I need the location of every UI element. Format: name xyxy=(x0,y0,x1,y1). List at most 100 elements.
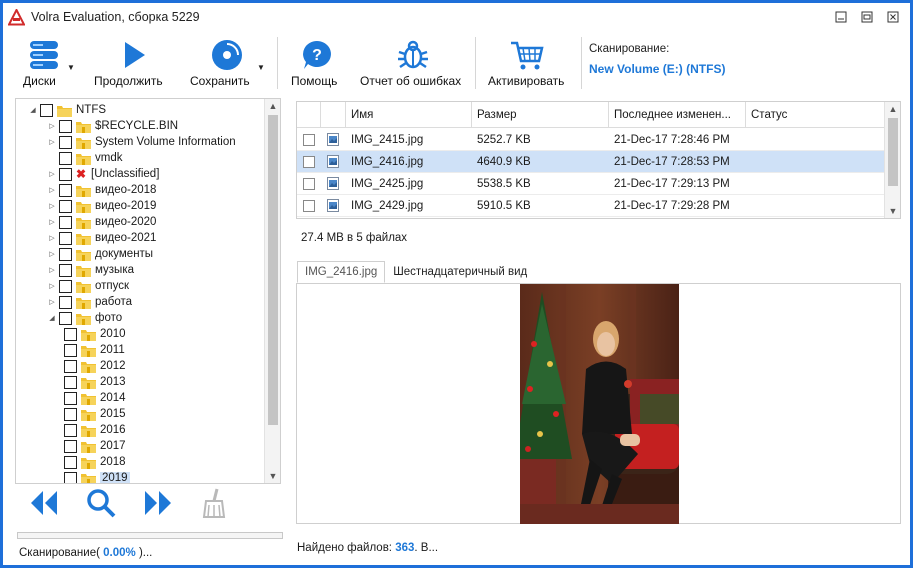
tab-hex-view[interactable]: Шестнадцатеричный вид xyxy=(385,261,535,283)
tree-item[interactable]: ▷ видео-2020 xyxy=(45,214,156,230)
expand-arrow-icon[interactable]: ▷ xyxy=(45,234,59,242)
tree-item[interactable]: 2014 xyxy=(64,390,126,406)
tab-image-preview[interactable]: IMG_2416.jpg xyxy=(297,261,386,283)
tree-item[interactable]: ◢ фото xyxy=(45,310,122,326)
row-checkbox[interactable] xyxy=(303,134,315,146)
table-row[interactable]: IMG_2416.jpg 4640.9 KB 21-Dec-17 7:28:53 P… xyxy=(297,151,885,173)
disks-button[interactable]: Диски ▼ xyxy=(15,35,75,91)
row-checkbox[interactable] xyxy=(303,200,315,212)
tree-scrollbar[interactable]: ▲ ▼ xyxy=(264,99,280,483)
broom-icon[interactable] xyxy=(197,487,229,519)
tree-item[interactable]: 2011 xyxy=(64,342,125,358)
save-button[interactable]: Сохранить ▼ xyxy=(187,35,267,91)
column-header-icon[interactable] xyxy=(321,102,346,128)
tree-item[interactable]: 2016 xyxy=(64,422,126,438)
expand-arrow-icon[interactable]: ▷ xyxy=(45,266,59,274)
scroll-down-arrow[interactable]: ▼ xyxy=(265,469,280,483)
tree-item[interactable]: 2018 xyxy=(64,454,126,470)
previous-icon[interactable] xyxy=(29,487,61,519)
expand-arrow-icon[interactable]: ▷ xyxy=(45,186,59,194)
expand-arrow-icon[interactable]: ▷ xyxy=(45,250,59,258)
tree-item-checkbox[interactable] xyxy=(59,135,72,149)
tree-item-checkbox[interactable] xyxy=(59,263,72,277)
tree-item[interactable]: ▷ работа xyxy=(45,294,132,310)
row-checkbox[interactable] xyxy=(303,178,315,190)
tree-item-checkbox[interactable] xyxy=(59,151,72,165)
tree-item[interactable]: 2010 xyxy=(64,326,126,342)
collapse-arrow-icon[interactable]: ◢ xyxy=(45,314,59,322)
scroll-up-arrow[interactable]: ▲ xyxy=(265,99,280,113)
table-row[interactable]: IMG_2425.jpg 5538.5 KB 21-Dec-17 7:29:13 P… xyxy=(297,173,885,195)
tree-item-checkbox[interactable] xyxy=(59,279,72,293)
column-header-check[interactable] xyxy=(297,102,321,128)
scroll-thumb[interactable] xyxy=(268,115,278,425)
column-header-status[interactable]: Статус xyxy=(746,102,885,128)
scroll-thumb[interactable] xyxy=(888,118,898,186)
tree-item-checkbox[interactable] xyxy=(64,391,77,405)
tree-item-checkbox[interactable] xyxy=(59,295,72,309)
file-table[interactable]: Имя Размер Последнее изменен... Статус I… xyxy=(296,101,901,219)
close-button[interactable] xyxy=(884,9,902,25)
tree-item[interactable]: ▷ ✖ [Unclassified] xyxy=(45,166,159,182)
tree-item[interactable]: ▷ видео-2021 xyxy=(45,230,156,246)
tree-item-checkbox[interactable] xyxy=(64,375,77,389)
tree-item[interactable]: 2013 xyxy=(64,374,126,390)
scroll-down-arrow[interactable]: ▼ xyxy=(885,204,900,218)
tree-item[interactable]: vmdk xyxy=(45,150,122,166)
tree-item-checkbox[interactable] xyxy=(64,343,77,357)
tree-item-checkbox[interactable] xyxy=(59,119,72,133)
tree-item-checkbox[interactable] xyxy=(59,183,72,197)
tree-item-checkbox[interactable] xyxy=(64,407,77,421)
tree-item[interactable]: ▷ музыка xyxy=(45,262,134,278)
expand-arrow-icon[interactable]: ▷ xyxy=(45,138,59,146)
tree-item-checkbox[interactable] xyxy=(64,423,77,437)
row-checkbox[interactable] xyxy=(303,156,315,168)
minimize-button[interactable] xyxy=(832,9,850,25)
tree-item-checkbox[interactable] xyxy=(64,455,77,469)
tree-item[interactable]: ◢ NTFS xyxy=(26,102,106,118)
expand-arrow-icon[interactable]: ▷ xyxy=(45,282,59,290)
column-header-modified[interactable]: Последнее изменен... xyxy=(609,102,746,128)
tree-item[interactable]: 2012 xyxy=(64,358,126,374)
tree-item-checkbox[interactable] xyxy=(40,103,53,117)
tree-item-checkbox[interactable] xyxy=(59,311,72,325)
tree-item-checkbox[interactable] xyxy=(59,199,72,213)
tree-item[interactable]: 2019 xyxy=(64,470,130,483)
tree-item-checkbox[interactable] xyxy=(64,359,77,373)
help-button[interactable]: ? Помощь xyxy=(287,35,347,91)
tree-item[interactable]: ▷ видео-2018 xyxy=(45,182,156,198)
chevron-down-icon[interactable]: ▼ xyxy=(67,63,75,72)
table-scrollbar[interactable]: ▲ ▼ xyxy=(884,102,900,218)
tree-item-checkbox[interactable] xyxy=(59,215,72,229)
tree-item-checkbox[interactable] xyxy=(64,439,77,453)
column-header-name[interactable]: Имя xyxy=(346,102,472,128)
expand-arrow-icon[interactable]: ▷ xyxy=(45,122,59,130)
tree-item-checkbox[interactable] xyxy=(59,167,72,181)
search-icon[interactable] xyxy=(85,487,117,519)
bug-report-button[interactable]: Отчет об ошибках xyxy=(357,35,469,91)
chevron-down-icon[interactable]: ▼ xyxy=(257,63,265,72)
tree-item[interactable]: ▷ отпуск xyxy=(45,278,129,294)
tree-item[interactable]: ▷ видео-2019 xyxy=(45,198,156,214)
expand-arrow-icon[interactable]: ▷ xyxy=(45,298,59,306)
column-header-size[interactable]: Размер xyxy=(472,102,609,128)
activate-button[interactable]: Активировать xyxy=(483,35,571,91)
maximize-button[interactable] xyxy=(858,9,876,25)
expand-arrow-icon[interactable]: ▷ xyxy=(45,202,59,210)
table-row[interactable]: IMG_2415.jpg 5252.7 KB 21-Dec-17 7:28:46 P… xyxy=(297,129,885,151)
collapse-arrow-icon[interactable]: ◢ xyxy=(26,106,40,114)
expand-arrow-icon[interactable]: ▷ xyxy=(45,170,59,178)
expand-arrow-icon[interactable]: ▷ xyxy=(45,218,59,226)
tree-item-checkbox[interactable] xyxy=(59,231,72,245)
tree-item-checkbox[interactable] xyxy=(64,327,77,341)
tree-item[interactable]: ▷ $RECYCLE.BIN xyxy=(45,118,178,134)
tree-item[interactable]: 2015 xyxy=(64,406,126,422)
continue-button[interactable]: Продолжить xyxy=(91,35,175,91)
tree-item[interactable]: 2017 xyxy=(64,438,126,454)
next-icon[interactable] xyxy=(141,487,173,519)
scroll-up-arrow[interactable]: ▲ xyxy=(885,102,900,116)
tree-item[interactable]: ▷ System Volume Information xyxy=(45,134,236,150)
tree-item[interactable]: ▷ документы xyxy=(45,246,153,262)
tree-item-checkbox[interactable] xyxy=(64,471,77,483)
tree-item-checkbox[interactable] xyxy=(59,247,72,261)
